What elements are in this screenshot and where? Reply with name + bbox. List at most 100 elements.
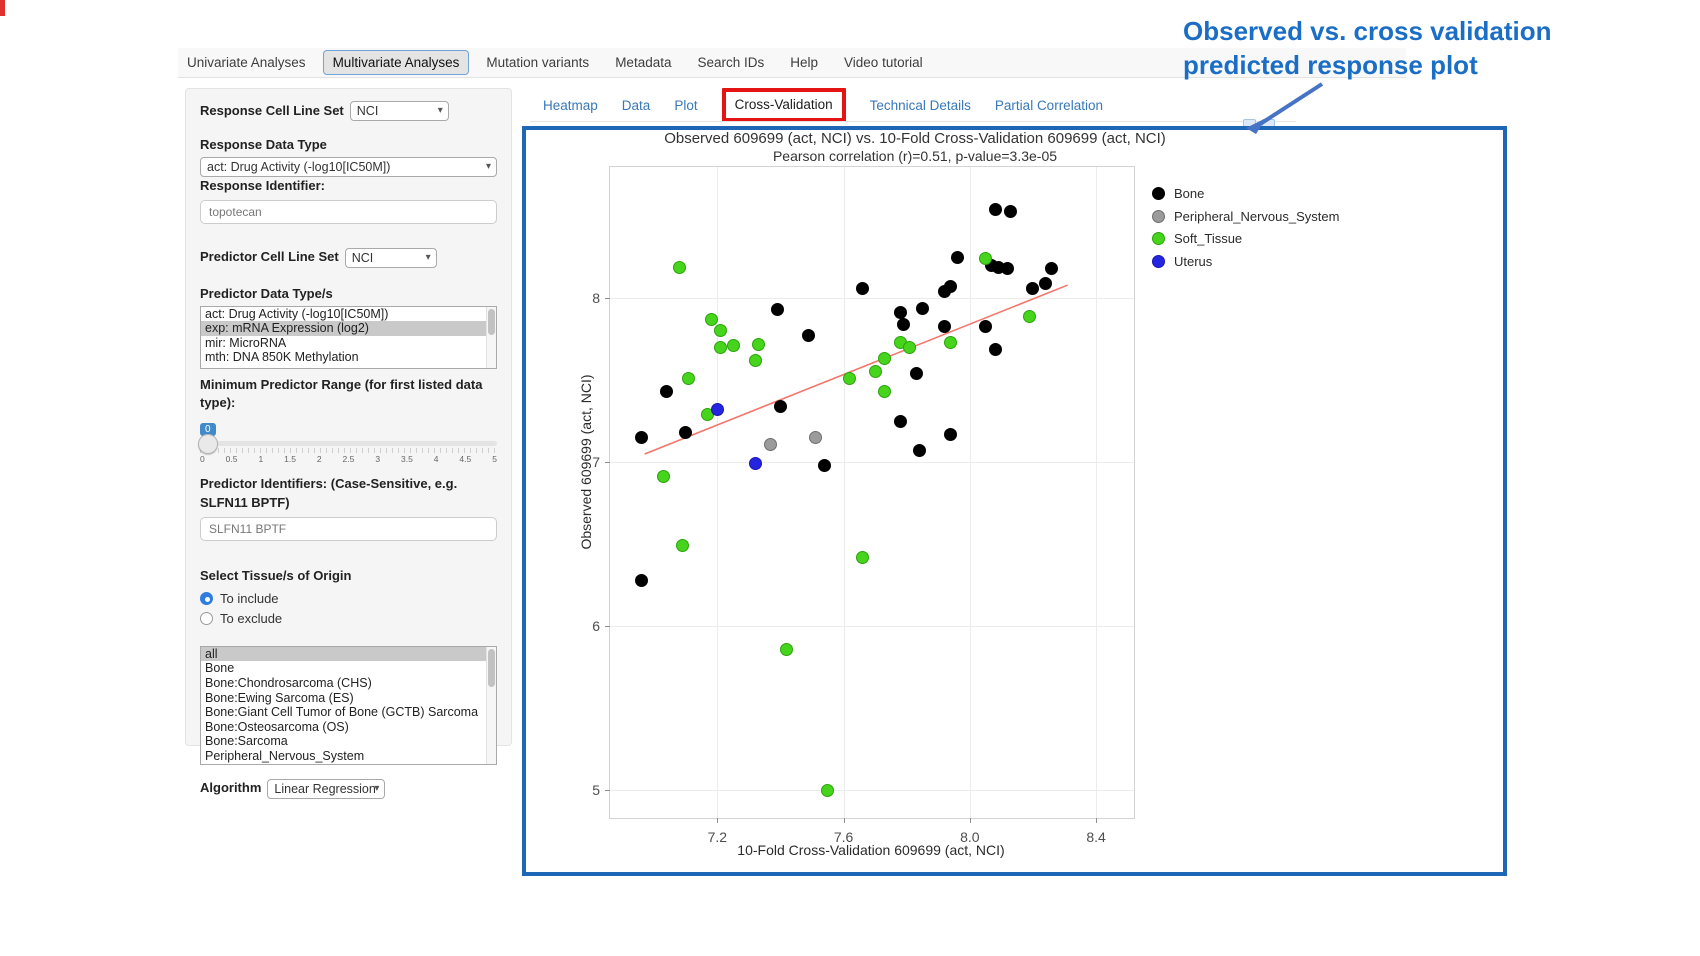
tissue-option-bone-sarcoma[interactable]: Bone:Sarcoma: [201, 734, 496, 749]
data-point-bone: [818, 459, 831, 472]
predictor-data-type-option-mth-dna-850k-methylation[interactable]: mth: DNA 850K Methylation: [201, 350, 496, 365]
legend-item-soft-tissue[interactable]: Soft_Tissue: [1152, 232, 1339, 245]
tab-cross-validation[interactable]: Cross-Validation: [735, 97, 833, 112]
x-tick: [844, 818, 845, 823]
chevron-down-icon: ▾: [426, 252, 431, 263]
slide-edge-artifact: [0, 0, 5, 16]
tissue-option-bone-chondrosarcoma-chs[interactable]: Bone:Chondrosarcoma (CHS): [201, 676, 496, 691]
data-point-bone: [894, 415, 907, 428]
tissue-option-all[interactable]: all: [201, 647, 496, 662]
predictor-identifiers-input[interactable]: [200, 517, 497, 541]
legend-label: Soft_Tissue: [1174, 231, 1242, 246]
nav-item-help[interactable]: Help: [781, 51, 827, 74]
scrollbar[interactable]: [486, 647, 496, 764]
tab-data[interactable]: Data: [622, 98, 651, 113]
legend-item-peripheral-nervous-system[interactable]: Peripheral_Nervous_System: [1152, 210, 1339, 223]
slider-label: 0: [200, 454, 205, 464]
data-point-soft-tissue: [1023, 310, 1036, 323]
legend-label: Uterus: [1174, 254, 1212, 269]
legend-dot: [1152, 187, 1165, 200]
nav-item-mutation-variants[interactable]: Mutation variants: [477, 51, 598, 74]
slider-track[interactable]: [200, 441, 497, 446]
legend-item-uterus[interactable]: Uterus: [1152, 255, 1339, 268]
x-axis-title: 10-Fold Cross-Validation 609699 (act, NC…: [609, 842, 1133, 858]
predictor-cell-line-set-select[interactable]: NCI ▾: [345, 248, 437, 268]
algorithm-select[interactable]: Linear Regression ▾: [267, 779, 385, 799]
data-point-uterus: [749, 457, 762, 470]
nav-item-search-ids[interactable]: Search IDs: [688, 51, 773, 74]
radio-to-include[interactable]: To include: [200, 591, 497, 606]
radio-button[interactable]: [200, 612, 213, 625]
response-data-type-label: Response Data Type: [200, 136, 497, 155]
slider-label: 1: [258, 454, 263, 464]
nav-item-multivariate-analyses[interactable]: Multivariate Analyses: [323, 50, 470, 75]
predictor-data-type-option-exp-mrna-expression-log2[interactable]: exp: mRNA Expression (log2): [201, 321, 496, 336]
slider-ticks: [200, 448, 497, 453]
data-point-soft-tissue: [856, 551, 869, 564]
predictor-data-type-option-act-drug-activity-log10-ic50m[interactable]: act: Drug Activity (-log10[IC50M]): [201, 307, 496, 322]
legend-dot: [1152, 232, 1165, 245]
x-tick: [970, 818, 971, 823]
data-point-uterus: [711, 403, 724, 416]
response-data-type-select[interactable]: act: Drug Activity (-log10[IC50M]) ▾: [200, 157, 497, 177]
data-point-peripheral-nervous-system: [809, 431, 822, 444]
legend-label: Bone: [1174, 186, 1204, 201]
tab-heatmap[interactable]: Heatmap: [543, 98, 598, 113]
legend-item-bone[interactable]: Bone: [1152, 187, 1339, 200]
data-point-bone: [910, 367, 923, 380]
scrollbar[interactable]: [486, 307, 496, 368]
slider-label: 3: [375, 454, 380, 464]
predictor-data-types-listbox[interactable]: act: Drug Activity (-log10[IC50M])exp: m…: [200, 306, 497, 369]
tissue-option-bone-osteosarcoma-os[interactable]: Bone:Osteosarcoma (OS): [201, 720, 496, 735]
plot-legend: Bone Peripheral_Nervous_System Soft_Tissue…: [1152, 187, 1339, 277]
plot-title: Observed 609699 (act, NCI) vs. 10-Fold C…: [540, 130, 1290, 147]
predictor-data-type-option-mir-microrna[interactable]: mir: MicroRNA: [201, 336, 496, 351]
data-point-soft-tissue: [780, 643, 793, 656]
response-identifier-input[interactable]: [200, 200, 497, 224]
data-point-soft-tissue: [714, 341, 727, 354]
data-point-bone: [989, 343, 1002, 356]
nav-item-metadata[interactable]: Metadata: [606, 51, 680, 74]
data-point-soft-tissue: [705, 313, 718, 326]
min-predictor-range-label: Minimum Predictor Range (for first liste…: [200, 376, 497, 414]
annotation-arrow: [1230, 76, 1340, 140]
response-cell-line-set-select[interactable]: NCI ▾: [350, 101, 449, 121]
min-predictor-range-slider: 0 00.511.522.533.544.55: [200, 419, 497, 464]
tab-technical-details[interactable]: Technical Details: [870, 98, 971, 113]
tab-partial-correlation[interactable]: Partial Correlation: [995, 98, 1103, 113]
sidebar-panel: Response Cell Line Set NCI ▾ Response Da…: [185, 88, 512, 746]
slider-label: 2.5: [343, 454, 355, 464]
app-screen: Univariate Analyses Multivariate Analyses…: [0, 0, 1700, 956]
chevron-down-icon: ▾: [486, 161, 491, 172]
x-tick: [1096, 818, 1097, 823]
slider-label: 3.5: [401, 454, 413, 464]
legend-label: Peripheral_Nervous_System: [1174, 209, 1339, 224]
radio-to-exclude[interactable]: To exclude: [200, 611, 497, 626]
nav-item-video-tutorial[interactable]: Video tutorial: [835, 51, 932, 74]
y-tick-label: 8: [592, 290, 600, 306]
predictor-data-types-label: Predictor Data Type/s: [200, 285, 497, 304]
slider-tick-labels: 00.511.522.533.544.55: [200, 454, 497, 464]
data-point-bone: [938, 320, 951, 333]
response-cell-line-set-label: Response Cell Line Set: [200, 102, 344, 121]
tissue-option-bone-giant-cell-tumor-of-bone-gctb-sarcoma[interactable]: Bone:Giant Cell Tumor of Bone (GCTB) Sar…: [201, 705, 496, 720]
y-axis-title: Observed 609699 (act, NCI): [578, 374, 594, 549]
slider-label: 0.5: [226, 454, 238, 464]
y-tick-label: 6: [592, 618, 600, 634]
data-point-bone: [635, 574, 648, 587]
nav-item-univariate-analyses[interactable]: Univariate Analyses: [178, 51, 315, 74]
slider-label: 4: [434, 454, 439, 464]
legend-dot: [1152, 210, 1165, 223]
tissue-listbox[interactable]: allBoneBone:Chondrosarcoma (CHS)Bone:Ewi…: [200, 646, 497, 765]
radio-button-selected[interactable]: [200, 592, 213, 605]
tissue-option-bone[interactable]: Bone: [201, 661, 496, 676]
plot-panel[interactable]: 7.27.68.08.45678: [609, 166, 1135, 819]
tab-plot[interactable]: Plot: [674, 98, 697, 113]
algorithm-label: Algorithm: [200, 779, 261, 798]
tissue-option-peripheral-nervous-system[interactable]: Peripheral_Nervous_System: [201, 749, 496, 764]
cross-validation-highlight-box: Cross-Validation: [722, 88, 846, 122]
data-point-bone: [913, 444, 926, 457]
tissue-option-bone-ewing-sarcoma-es[interactable]: Bone:Ewing Sarcoma (ES): [201, 691, 496, 706]
slider-label: 5: [492, 454, 497, 464]
slider-label: 1.5: [284, 454, 296, 464]
